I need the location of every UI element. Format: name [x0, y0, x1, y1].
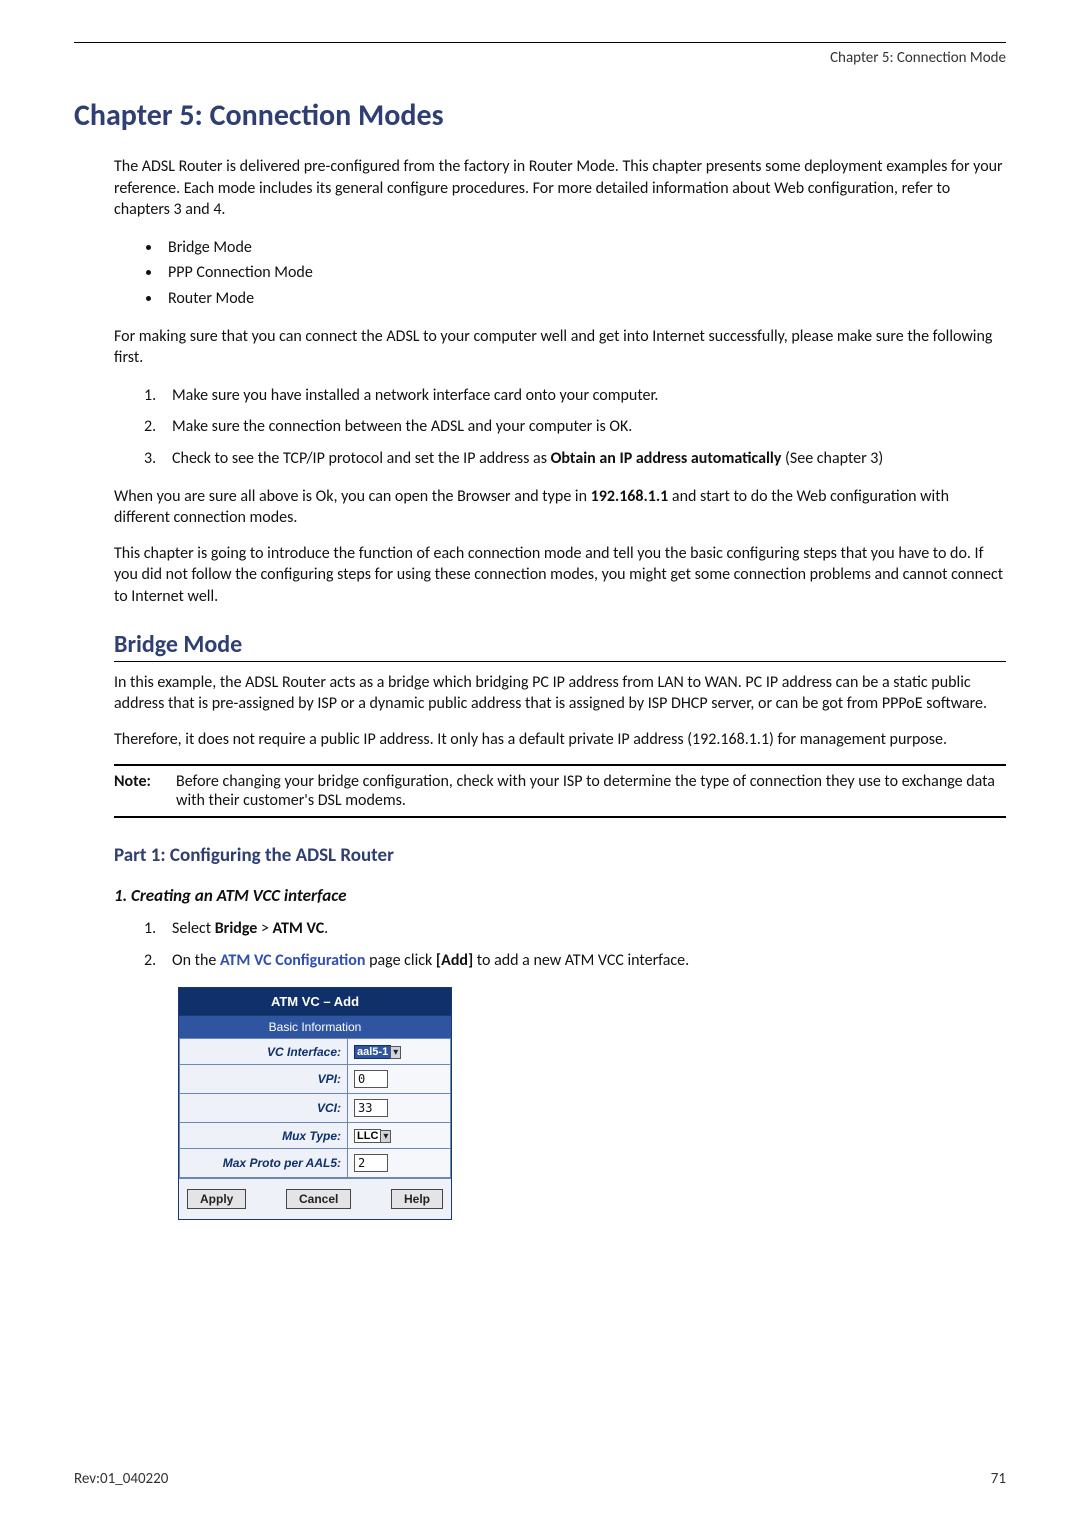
help-button[interactable]: Help	[391, 1189, 443, 1209]
chapter-title: Chapter 5: Connection Modes	[74, 97, 1006, 134]
part1-title: Part 1: Configuring the ADSL Router	[114, 844, 1006, 867]
dialog-form-table: VC Interface: aal5-1▾ VPI: 0 VCI: 33 Mux…	[179, 1038, 451, 1178]
step-heading: 1. Creating an ATM VCC interface	[114, 885, 1006, 906]
note-label: Note:	[114, 772, 176, 810]
note-block: Note: Before changing your bridge config…	[114, 764, 1006, 818]
list-item: Make sure the connection between the ADS…	[144, 414, 1006, 440]
list-item: PPP Connection Mode	[162, 260, 1006, 286]
list-item-text: Select Bridge > ATM VC.	[172, 916, 328, 942]
list-item-text: On the ATM VC Configuration page click […	[172, 948, 689, 974]
text-bold: Obtain an IP address automatically	[551, 449, 782, 468]
text-bold: Bridge	[215, 919, 258, 938]
footer-revision: Rev:01_040220	[74, 1470, 168, 1488]
list-item: On the ATM VC Configuration page click […	[144, 948, 1006, 974]
mux-type-cell: LLC▾	[348, 1123, 451, 1149]
list-item: Router Mode	[162, 286, 1006, 312]
vpi-input[interactable]: 0	[354, 1070, 388, 1088]
vc-interface-cell: aal5-1▾	[348, 1039, 451, 1065]
max-proto-input[interactable]: 2	[354, 1154, 388, 1172]
vci-cell: 33	[348, 1094, 451, 1123]
vc-interface-label: VC Interface:	[180, 1039, 348, 1065]
text-fragment: When you are sure all above is Ok, you c…	[114, 487, 591, 506]
vpi-label: VPI:	[180, 1065, 348, 1094]
table-row: Mux Type: LLC▾	[180, 1123, 451, 1149]
page-footer: Rev:01_040220 71	[74, 1470, 1006, 1488]
atm-vc-add-dialog: ATM VC – Add Basic Information VC Interf…	[178, 987, 452, 1220]
intro-paragraph-3: When you are sure all above is Ok, you c…	[114, 486, 1006, 529]
text-fragment: .	[324, 919, 328, 938]
bridge-paragraph-1: In this example, the ADSL Router acts as…	[114, 672, 1006, 715]
list-item-text: Check to see the TCP/IP protocol and set…	[172, 446, 883, 472]
bridge-paragraph-2: Therefore, it does not require a public …	[114, 729, 1006, 751]
dialog-section-header: Basic Information	[179, 1015, 451, 1038]
list-item: Check to see the TCP/IP protocol and set…	[144, 446, 1006, 472]
list-item-text: Make sure the connection between the ADS…	[172, 414, 632, 440]
running-header: Chapter 5: Connection Mode	[74, 49, 1006, 67]
intro-paragraph-1: The ADSL Router is delivered pre-configu…	[114, 156, 1006, 221]
part1-steps: Select Bridge > ATM VC. On the ATM VC Co…	[144, 916, 1006, 973]
table-row: VC Interface: aal5-1▾	[180, 1039, 451, 1065]
header-rule	[74, 42, 1006, 43]
intro-paragraph-4: This chapter is going to introduce the f…	[114, 543, 1006, 608]
text-bold: ATM VC	[273, 919, 325, 938]
vci-label: VCI:	[180, 1094, 348, 1123]
mux-type-select[interactable]: LLC	[354, 1129, 381, 1143]
intro-paragraph-2: For making sure that you can connect the…	[114, 326, 1006, 369]
section-bridge-mode-title: Bridge Mode	[114, 630, 1006, 662]
note-text: Before changing your bridge configuratio…	[176, 772, 1006, 810]
list-item: Select Bridge > ATM VC.	[144, 916, 1006, 942]
dialog-title: ATM VC – Add	[179, 988, 451, 1015]
text-fragment: Select	[172, 919, 215, 938]
text-fragment: (See chapter 3)	[781, 449, 883, 468]
cancel-button[interactable]: Cancel	[286, 1189, 351, 1209]
vpi-cell: 0	[348, 1065, 451, 1094]
table-row: VCI: 33	[180, 1094, 451, 1123]
chevron-down-icon[interactable]: ▾	[380, 1130, 391, 1143]
dialog-button-row: Apply Cancel Help	[179, 1178, 451, 1219]
list-item: Bridge Mode	[162, 235, 1006, 261]
footer-page-number: 71	[991, 1470, 1006, 1488]
text-fragment: On the	[172, 951, 220, 970]
table-row: VPI: 0	[180, 1065, 451, 1094]
text-link-style: ATM VC Configuration	[220, 951, 366, 970]
chevron-down-icon[interactable]: ▾	[390, 1046, 401, 1059]
vc-interface-select[interactable]: aal5-1	[354, 1045, 391, 1059]
mode-bullet-list: Bridge Mode PPP Connection Mode Router M…	[144, 235, 1006, 312]
max-proto-label: Max Proto per AAL5:	[180, 1149, 348, 1178]
text-fragment: Check to see the TCP/IP protocol and set…	[172, 449, 551, 468]
prereq-numbered-list: Make sure you have installed a network i…	[144, 383, 1006, 472]
list-item-text: Make sure you have installed a network i…	[172, 383, 658, 409]
text-fragment: to add a new ATM VCC interface.	[473, 951, 689, 970]
apply-button[interactable]: Apply	[187, 1189, 246, 1209]
text-bold: 192.168.1.1	[591, 487, 669, 506]
text-fragment: page click	[365, 951, 435, 970]
table-row: Max Proto per AAL5: 2	[180, 1149, 451, 1178]
mux-type-label: Mux Type:	[180, 1123, 348, 1149]
text-bold: [Add]	[436, 951, 473, 970]
list-item: Make sure you have installed a network i…	[144, 383, 1006, 409]
max-proto-cell: 2	[348, 1149, 451, 1178]
text-fragment: >	[257, 919, 272, 938]
vci-input[interactable]: 33	[354, 1099, 388, 1117]
